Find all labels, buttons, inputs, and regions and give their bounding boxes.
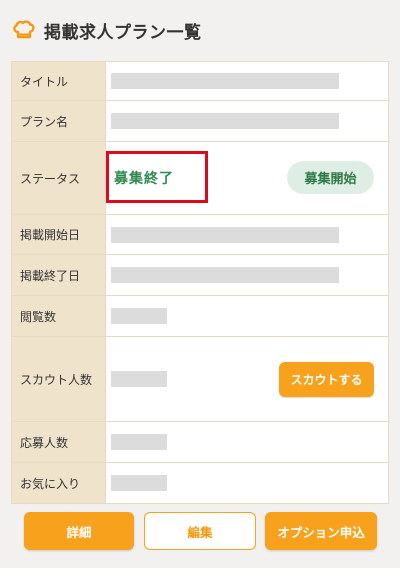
plan-card: タイトル プラン名 ステータス 募集終了 募集開始 掲載開始日 掲載終了日 閲覧… [11, 61, 389, 504]
redacted-value [111, 226, 339, 243]
table-row: 応募人数 [12, 422, 388, 463]
footer-actions: 詳細 編集 オプション申込 [0, 512, 400, 552]
edit-button[interactable]: 編集 [144, 512, 256, 550]
page-title: 掲載求人プラン一覧 [44, 22, 202, 43]
table-row: ステータス 募集終了 募集開始 [12, 142, 388, 215]
row-label: 閲覧数 [12, 296, 106, 336]
row-label: 応募人数 [12, 422, 106, 462]
highlight-box [106, 151, 208, 203]
table-row: 掲載終了日 [12, 255, 388, 296]
option-apply-button[interactable]: オプション申込 [265, 512, 377, 550]
redacted-value [111, 113, 339, 129]
row-label: 掲載終了日 [12, 255, 106, 295]
row-label: お気に入り [12, 463, 106, 503]
table-row: プラン名 [12, 101, 388, 142]
start-recruiting-button[interactable]: 募集開始 [287, 161, 374, 194]
page-header: 掲載求人プラン一覧 [0, 0, 400, 60]
row-label: 掲載開始日 [12, 215, 106, 254]
scout-button[interactable]: スカウトする [279, 362, 374, 397]
favorites-value [106, 463, 388, 503]
table-row: 掲載開始日 [12, 215, 388, 255]
table-row: 閲覧数 [12, 296, 388, 337]
table-row: タイトル [12, 62, 388, 101]
row-label: プラン名 [12, 101, 106, 141]
chef-hat-icon [12, 18, 36, 42]
status-value: 募集終了 募集開始 [106, 142, 388, 214]
views-value [106, 296, 388, 336]
applicants-value [106, 422, 388, 462]
row-label: タイトル [12, 62, 106, 100]
table-row: スカウト人数 スカウトする [12, 337, 388, 422]
scout-count-value: スカウトする [106, 337, 388, 421]
detail-button[interactable]: 詳細 [24, 512, 134, 550]
redacted-value [111, 308, 167, 324]
row-label: スカウト人数 [12, 337, 106, 421]
redacted-value [111, 371, 167, 387]
redacted-value [111, 434, 167, 450]
redacted-value [111, 475, 167, 491]
plan-name-value [106, 101, 388, 141]
table-row: お気に入り [12, 463, 388, 503]
redacted-value [111, 73, 339, 89]
row-label: ステータス [12, 142, 106, 214]
redacted-value [111, 267, 339, 283]
end-date-value [106, 255, 388, 295]
start-date-value [106, 215, 388, 254]
title-value [106, 62, 388, 100]
